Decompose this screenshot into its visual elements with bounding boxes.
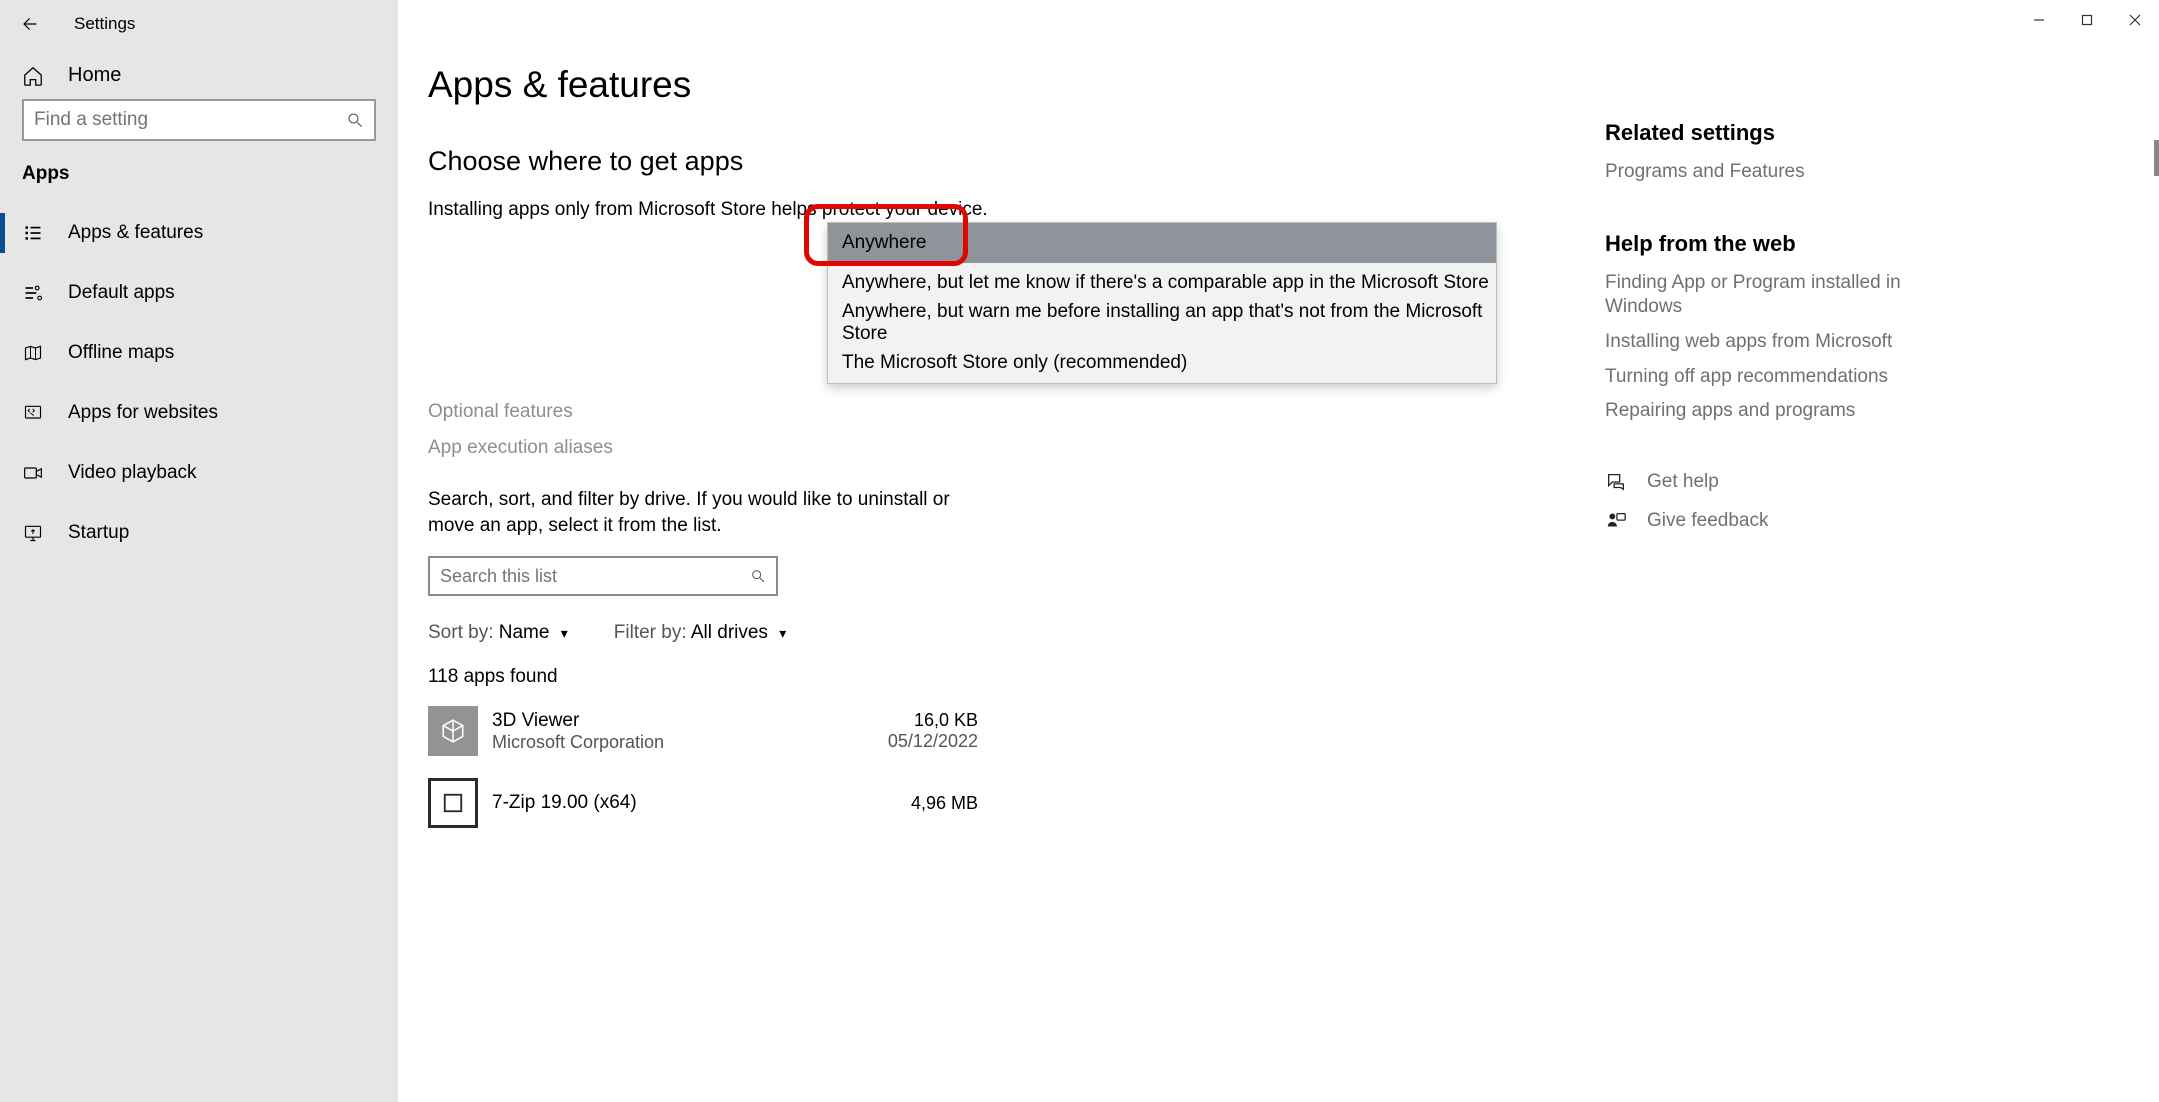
app-size: 4,96 MB xyxy=(911,793,978,814)
give-feedback-link[interactable]: Give feedback xyxy=(1605,509,1915,534)
sort-value: Name xyxy=(499,622,550,643)
app-list-item[interactable]: 7-Zip 19.00 (x64) 4,96 MB xyxy=(428,778,978,828)
page-title: Apps & features xyxy=(428,64,1198,106)
chevron-down-icon: ▾ xyxy=(779,625,786,641)
window-controls xyxy=(2015,0,2159,40)
section-title: Choose where to get apps xyxy=(428,146,1198,177)
offline-maps-icon xyxy=(22,342,44,364)
get-help-label: Get help xyxy=(1647,470,1719,495)
apps-websites-icon xyxy=(22,402,44,424)
app-publisher: Microsoft Corporation xyxy=(492,732,888,753)
app-size: 16,0 KB xyxy=(888,710,978,731)
titlebar: Settings xyxy=(0,0,398,48)
app-count: 118 apps found xyxy=(428,666,1198,688)
sort-by-control[interactable]: Sort by: Name ▾ xyxy=(428,622,568,644)
get-help-link[interactable]: Get help xyxy=(1605,470,1915,495)
help-link[interactable]: Finding App or Program installed in Wind… xyxy=(1605,271,1915,320)
help-link[interactable]: Installing web apps from Microsoft xyxy=(1605,330,1915,355)
dropdown-option-anywhere[interactable]: Anywhere xyxy=(828,223,1496,263)
search-settings-input[interactable] xyxy=(34,109,346,131)
video-playback-icon xyxy=(22,462,44,484)
sort-label: Sort by: xyxy=(428,622,493,643)
nav-item-label: Default apps xyxy=(68,282,175,304)
back-button[interactable] xyxy=(18,12,42,36)
home-nav[interactable]: Home xyxy=(0,48,398,99)
nav-apps-websites[interactable]: Apps for websites xyxy=(0,383,398,443)
close-button[interactable] xyxy=(2111,0,2159,40)
optional-features-link[interactable]: Optional features xyxy=(428,401,1198,423)
nav-startup[interactable]: Startup xyxy=(0,503,398,563)
app-date: 05/12/2022 xyxy=(888,731,978,752)
maximize-icon xyxy=(2081,14,2093,26)
search-settings-box[interactable] xyxy=(22,99,376,141)
give-feedback-label: Give feedback xyxy=(1647,509,1768,534)
chat-icon xyxy=(1605,471,1627,493)
nav-item-label: Offline maps xyxy=(68,342,174,364)
close-icon xyxy=(2129,14,2141,26)
nav-item-label: Startup xyxy=(68,522,129,544)
app-name: 3D Viewer xyxy=(492,710,888,732)
arrow-left-icon xyxy=(21,15,39,33)
right-rail: Related settings Programs and Features H… xyxy=(1605,120,1915,580)
default-apps-icon xyxy=(22,282,44,304)
app-icon xyxy=(428,706,478,756)
home-label: Home xyxy=(68,64,121,87)
list-search-box[interactable] xyxy=(428,556,778,596)
dropdown-option-anywhere-notify[interactable]: Anywhere, but let me know if there's a c… xyxy=(828,263,1496,303)
chevron-down-icon: ▾ xyxy=(561,625,568,641)
nav-video-playback[interactable]: Video playback xyxy=(0,443,398,503)
filter-by-control[interactable]: Filter by: All drives ▾ xyxy=(614,622,786,644)
dropdown-option-store-only[interactable]: The Microsoft Store only (recommended) xyxy=(828,343,1496,383)
app-source-dropdown[interactable]: Anywhere Anywhere, but let me know if th… xyxy=(827,222,1497,384)
filter-value: All drives xyxy=(691,622,768,643)
sidebar: Settings Home Apps Apps & features xyxy=(0,0,398,1102)
list-search-input[interactable] xyxy=(440,566,750,587)
nav-item-label: Video playback xyxy=(68,462,197,484)
nav-offline-maps[interactable]: Offline maps xyxy=(0,323,398,383)
feedback-icon xyxy=(1605,510,1627,532)
related-settings-heading: Related settings xyxy=(1605,120,1915,146)
filter-label: Filter by: xyxy=(614,622,687,643)
list-description: Search, sort, and filter by drive. If yo… xyxy=(428,487,988,538)
app-name: 7-Zip 19.00 (x64) xyxy=(492,792,911,814)
app-icon xyxy=(428,778,478,828)
generic-app-icon xyxy=(442,792,464,814)
minimize-button[interactable] xyxy=(2015,0,2063,40)
nav-item-label: Apps for websites xyxy=(68,402,218,424)
help-link[interactable]: Repairing apps and programs xyxy=(1605,399,1915,424)
minimize-icon xyxy=(2033,14,2045,26)
nav-item-label: Apps & features xyxy=(68,222,203,244)
category-label: Apps xyxy=(0,163,398,203)
search-icon xyxy=(346,111,364,129)
help-link[interactable]: Turning off app recommendations xyxy=(1605,365,1915,390)
app-exec-aliases-link[interactable]: App execution aliases xyxy=(428,437,1198,459)
search-icon xyxy=(750,568,766,584)
scrollbar-thumb[interactable] xyxy=(2154,140,2159,176)
nav-apps-features[interactable]: Apps & features xyxy=(0,203,398,263)
main-content: Apps & features Choose where to get apps… xyxy=(398,0,2159,1102)
home-icon xyxy=(22,65,44,87)
window-title: Settings xyxy=(74,14,135,34)
startup-icon xyxy=(22,522,44,544)
app-list-item[interactable]: 3D Viewer Microsoft Corporation 16,0 KB … xyxy=(428,706,978,756)
cube-icon xyxy=(440,718,466,744)
apps-features-icon xyxy=(22,222,44,244)
dropdown-option-anywhere-warn[interactable]: Anywhere, but warn me before installing … xyxy=(828,303,1496,343)
programs-features-link[interactable]: Programs and Features xyxy=(1605,160,1915,185)
help-web-heading: Help from the web xyxy=(1605,231,1915,257)
section-description: Installing apps only from Microsoft Stor… xyxy=(428,199,1198,221)
nav-default-apps[interactable]: Default apps xyxy=(0,263,398,323)
nav-list: Apps & features Default apps Offline map… xyxy=(0,203,398,563)
maximize-button[interactable] xyxy=(2063,0,2111,40)
